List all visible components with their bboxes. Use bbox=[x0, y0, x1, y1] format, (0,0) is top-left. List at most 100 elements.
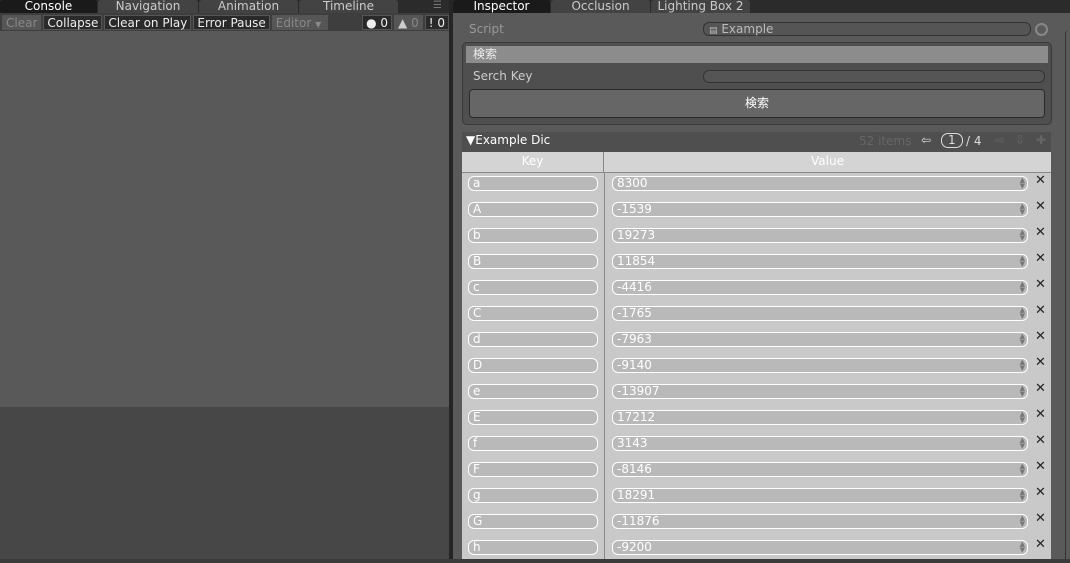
key-input[interactable]: E bbox=[468, 410, 598, 425]
value-input[interactable]: -1765 ▲ ▼ bbox=[612, 306, 1028, 321]
remove-row-icon[interactable]: ✕ bbox=[1035, 303, 1046, 318]
spinner-icon[interactable]: ▲ ▼ bbox=[1020, 385, 1025, 398]
spinner-icon[interactable]: ▲ ▼ bbox=[1020, 255, 1025, 268]
console-log-area[interactable] bbox=[0, 31, 449, 407]
menu-icon[interactable]: ☰ bbox=[433, 0, 449, 13]
tab-timeline[interactable]: Timeline bbox=[299, 0, 399, 13]
sort-icon[interactable]: ⇩ bbox=[1015, 133, 1025, 147]
add-icon[interactable]: ✚ bbox=[1036, 133, 1046, 147]
key-input[interactable]: G bbox=[468, 514, 598, 529]
key-input[interactable]: e bbox=[468, 384, 598, 399]
value-input[interactable]: 18291 ▲ ▼ bbox=[612, 488, 1028, 503]
spinner-icon[interactable]: ▲ ▼ bbox=[1020, 463, 1025, 476]
next-page-icon[interactable]: ⇨ bbox=[995, 133, 1005, 147]
key-input[interactable]: B bbox=[468, 254, 598, 269]
spinner-icon[interactable]: ▲ ▼ bbox=[1020, 411, 1025, 424]
remove-row-icon[interactable]: ✕ bbox=[1035, 329, 1046, 344]
right-tab-bar: Inspector Occlusion Lighting Box 2 bbox=[453, 0, 1070, 13]
tab-inspector[interactable]: Inspector bbox=[453, 0, 551, 13]
remove-row-icon[interactable]: ✕ bbox=[1035, 251, 1046, 266]
search-key-input[interactable] bbox=[703, 70, 1045, 83]
key-input[interactable]: F bbox=[468, 462, 598, 477]
clear-on-play-button[interactable]: Clear on Play bbox=[104, 14, 192, 30]
value-input[interactable]: -13907 ▲ ▼ bbox=[612, 384, 1028, 399]
remove-row-icon[interactable]: ✕ bbox=[1035, 459, 1046, 474]
remove-row-icon[interactable]: ✕ bbox=[1035, 277, 1046, 292]
key-input[interactable]: b bbox=[468, 228, 598, 243]
scrollbar[interactable] bbox=[1065, 30, 1070, 559]
value-input[interactable]: -7963 ▲ ▼ bbox=[612, 332, 1028, 347]
tab-lighting-box[interactable]: Lighting Box 2 bbox=[651, 0, 751, 13]
prev-page-icon[interactable]: ⇦ bbox=[921, 133, 931, 147]
table-row: G -11876 ▲ ▼ ✕ bbox=[462, 511, 1051, 537]
remove-row-icon[interactable]: ✕ bbox=[1035, 199, 1046, 214]
object-picker-icon[interactable] bbox=[1035, 23, 1048, 36]
spinner-icon[interactable]: ▲ ▼ bbox=[1020, 359, 1025, 372]
spinner-icon[interactable]: ▲ ▼ bbox=[1020, 437, 1025, 450]
tab-console[interactable]: Console bbox=[0, 0, 98, 13]
error-pause-button[interactable]: Error Pause bbox=[193, 14, 270, 30]
remove-row-icon[interactable]: ✕ bbox=[1035, 485, 1046, 500]
value-input[interactable]: -4416 ▲ ▼ bbox=[612, 280, 1028, 295]
value-input[interactable]: 3143 ▲ ▼ bbox=[612, 436, 1028, 451]
warning-count-toggle[interactable]: ▲ 0 bbox=[394, 14, 423, 30]
item-count: 52 items bbox=[859, 134, 912, 148]
inspector-window: Inspector Occlusion Lighting Box 2 Scrip… bbox=[453, 0, 1070, 559]
remove-row-icon[interactable]: ✕ bbox=[1035, 355, 1046, 370]
remove-row-icon[interactable]: ✕ bbox=[1035, 381, 1046, 396]
value-input[interactable]: 8300 ▲ ▼ bbox=[612, 176, 1028, 191]
spinner-icon[interactable]: ▲ ▼ bbox=[1020, 541, 1025, 554]
key-input[interactable]: C bbox=[468, 306, 598, 321]
tab-occlusion[interactable]: Occlusion bbox=[551, 0, 651, 13]
tab-navigation[interactable]: Navigation bbox=[98, 0, 199, 13]
value-input[interactable]: -9140 ▲ ▼ bbox=[612, 358, 1028, 373]
spinner-icon[interactable]: ▲ ▼ bbox=[1020, 203, 1025, 216]
remove-row-icon[interactable]: ✕ bbox=[1035, 511, 1046, 526]
key-input[interactable]: D bbox=[468, 358, 598, 373]
remove-row-icon[interactable]: ✕ bbox=[1035, 407, 1046, 422]
collapse-button[interactable]: Collapse bbox=[43, 14, 103, 30]
remove-row-icon[interactable]: ✕ bbox=[1035, 433, 1046, 448]
value-input[interactable]: 17212 ▲ ▼ bbox=[612, 410, 1028, 425]
spinner-icon[interactable]: ▲ ▼ bbox=[1020, 333, 1025, 346]
spinner-icon[interactable]: ▲ ▼ bbox=[1020, 515, 1025, 528]
script-field[interactable]: ▤ Example bbox=[703, 22, 1031, 36]
value-input[interactable]: -9200 ▲ ▼ bbox=[612, 540, 1028, 555]
spinner-icon[interactable]: ▲ ▼ bbox=[1020, 489, 1025, 502]
tab-animation[interactable]: Animation bbox=[199, 0, 299, 13]
key-header: Key bbox=[462, 152, 604, 173]
table-row: F -8146 ▲ ▼ ✕ bbox=[462, 459, 1051, 485]
value-input[interactable]: -1539 ▲ ▼ bbox=[612, 202, 1028, 217]
log-count-toggle[interactable]: ! 0 bbox=[424, 14, 449, 30]
search-button[interactable]: 検索 bbox=[469, 89, 1045, 118]
spinner-icon[interactable]: ▲ ▼ bbox=[1020, 229, 1025, 242]
key-input[interactable]: a bbox=[468, 176, 598, 191]
script-file-icon: ▤ bbox=[709, 26, 718, 36]
clear-button[interactable]: Clear bbox=[2, 14, 42, 30]
value-input[interactable]: -8146 ▲ ▼ bbox=[612, 462, 1028, 477]
key-input[interactable]: A bbox=[468, 202, 598, 217]
editor-dropdown[interactable]: Editor ▼ bbox=[271, 14, 328, 30]
spinner-icon[interactable]: ▲ ▼ bbox=[1020, 177, 1025, 190]
table-row: A -1539 ▲ ▼ ✕ bbox=[462, 199, 1051, 225]
key-input[interactable]: d bbox=[468, 332, 598, 347]
value-text: -13907 bbox=[617, 384, 660, 398]
error-count-toggle[interactable]: ● 0 bbox=[362, 14, 393, 30]
remove-row-icon[interactable]: ✕ bbox=[1035, 225, 1046, 240]
value-input[interactable]: 11854 ▲ ▼ bbox=[612, 254, 1028, 269]
dict-title: Example Dic bbox=[475, 133, 551, 147]
key-input[interactable]: f bbox=[468, 436, 598, 451]
key-input[interactable]: c bbox=[468, 280, 598, 295]
remove-row-icon[interactable]: ✕ bbox=[1035, 537, 1046, 552]
remove-row-icon[interactable]: ✕ bbox=[1035, 173, 1046, 188]
key-input[interactable]: h bbox=[468, 540, 598, 555]
table-row: f 3143 ▲ ▼ ✕ bbox=[462, 433, 1051, 459]
value-input[interactable]: 19273 ▲ ▼ bbox=[612, 228, 1028, 243]
spinner-icon[interactable]: ▲ ▼ bbox=[1020, 281, 1025, 294]
page-input[interactable]: 1 bbox=[941, 133, 963, 148]
foldout-toggle[interactable]: ▼Example Dic bbox=[466, 133, 550, 147]
key-input[interactable]: g bbox=[468, 488, 598, 503]
console-detail-area[interactable] bbox=[0, 407, 449, 559]
spinner-icon[interactable]: ▲ ▼ bbox=[1020, 307, 1025, 320]
value-input[interactable]: -11876 ▲ ▼ bbox=[612, 514, 1028, 529]
